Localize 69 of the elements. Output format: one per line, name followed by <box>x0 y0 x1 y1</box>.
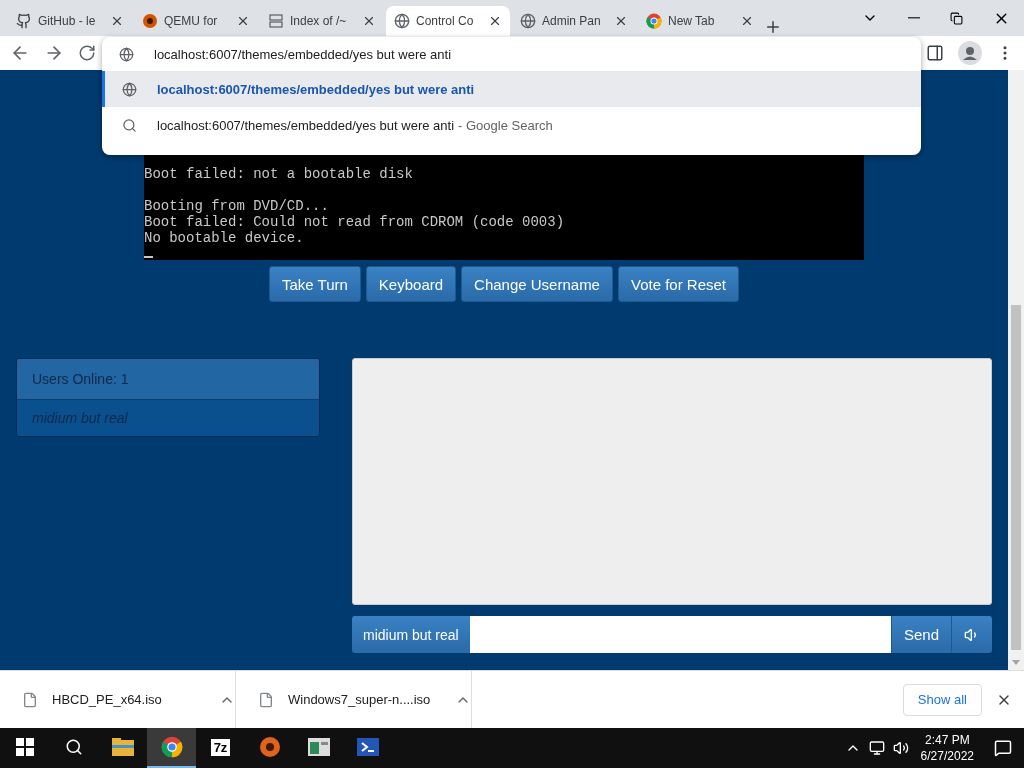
folder-icon <box>111 738 134 756</box>
close-icon <box>236 14 250 28</box>
close-icon <box>488 14 502 28</box>
address-field[interactable]: localhost:6007/themes/embedded/yes but were anti <box>154 46 452 62</box>
reload-icon[interactable] <box>78 44 96 62</box>
browser-tab[interactable]: Control Co <box>386 6 510 36</box>
tab-title: GitHub - le <box>38 14 97 28</box>
close-icon <box>110 14 124 28</box>
window-icon <box>307 738 330 756</box>
close-icon <box>362 14 376 28</box>
taskbar-app[interactable]: 7z <box>196 728 245 768</box>
notification-icon[interactable] <box>994 739 1012 757</box>
sound-button[interactable] <box>951 616 992 653</box>
tab-title: QEMU for <box>164 14 219 28</box>
chrome-icon <box>160 736 183 758</box>
terminal-icon <box>356 738 379 756</box>
side-panel-icon[interactable] <box>926 44 944 62</box>
browser-tab[interactable]: QEMU for <box>134 6 258 36</box>
globe-icon <box>520 13 536 29</box>
users-header: Users Online: 1 <box>17 359 319 400</box>
control-button[interactable]: Keyboard <box>365 266 457 302</box>
globe-icon <box>122 81 137 97</box>
profile-icon[interactable] <box>958 41 982 65</box>
scrollbar[interactable] <box>1008 70 1024 670</box>
suggestion-item[interactable]: localhost:6007/themes/embedded/yes but were anti - Google Search <box>102 107 921 143</box>
browser-tab[interactable]: New Tab <box>638 6 762 36</box>
close-icon <box>614 14 628 28</box>
qemu-icon <box>258 736 281 758</box>
send-button[interactable]: Send <box>890 616 951 653</box>
suggestion-item[interactable]: localhost:6007/themes/embedded/yes but were anti <box>102 71 921 107</box>
console-line: Boot failed: not a bootable disk <box>144 166 414 182</box>
server-icon <box>268 13 284 29</box>
archive-icon: 7z <box>210 738 231 756</box>
chrome-icon <box>646 13 662 29</box>
console-line: No bootable device. <box>144 230 305 246</box>
browser-tab[interactable]: GitHub - le <box>8 6 132 36</box>
text-cursor <box>144 256 153 258</box>
show-all-button[interactable]: Show all <box>902 683 982 716</box>
file-icon <box>22 691 38 708</box>
windows-icon <box>15 738 34 756</box>
tab-title: Admin Pan <box>542 14 602 28</box>
browser-tab[interactable]: Admin Pan <box>512 6 636 36</box>
username-label: midium but real <box>352 616 470 653</box>
control-button[interactable]: Take Turn <box>268 266 361 302</box>
user-item: midium but real <box>31 409 129 428</box>
tab-title: Index of /~ <box>290 14 348 28</box>
qemu-icon <box>142 13 158 29</box>
tab-title: Control Co <box>416 14 475 28</box>
taskbar-app[interactable] <box>147 728 196 768</box>
volume-icon[interactable] <box>892 740 909 756</box>
control-button[interactable]: Vote for Reset <box>617 266 740 302</box>
search-icon <box>64 738 83 756</box>
chat-input[interactable] <box>469 616 891 653</box>
control-button[interactable]: Change Username <box>461 266 613 302</box>
close-icon <box>740 14 754 28</box>
network-icon[interactable] <box>868 740 885 756</box>
new-tab-icon[interactable] <box>764 18 782 36</box>
clock[interactable]: 2:47 PM 6/27/2022 <box>920 732 974 764</box>
restore-icon <box>950 11 963 25</box>
browser-tab[interactable]: Index of /~ <box>260 6 384 36</box>
search-icon <box>122 117 137 133</box>
globe-icon <box>394 13 410 29</box>
tab-title: New Tab <box>668 14 716 28</box>
github-icon <box>16 13 32 29</box>
file-icon <box>258 691 274 708</box>
console-line: Booting from DVD/CD... <box>144 198 330 214</box>
globe-icon <box>119 46 134 62</box>
console-line: Boot failed: Could not read from CDROM (code 0003) <box>144 214 566 230</box>
minimize-icon <box>908 17 920 19</box>
